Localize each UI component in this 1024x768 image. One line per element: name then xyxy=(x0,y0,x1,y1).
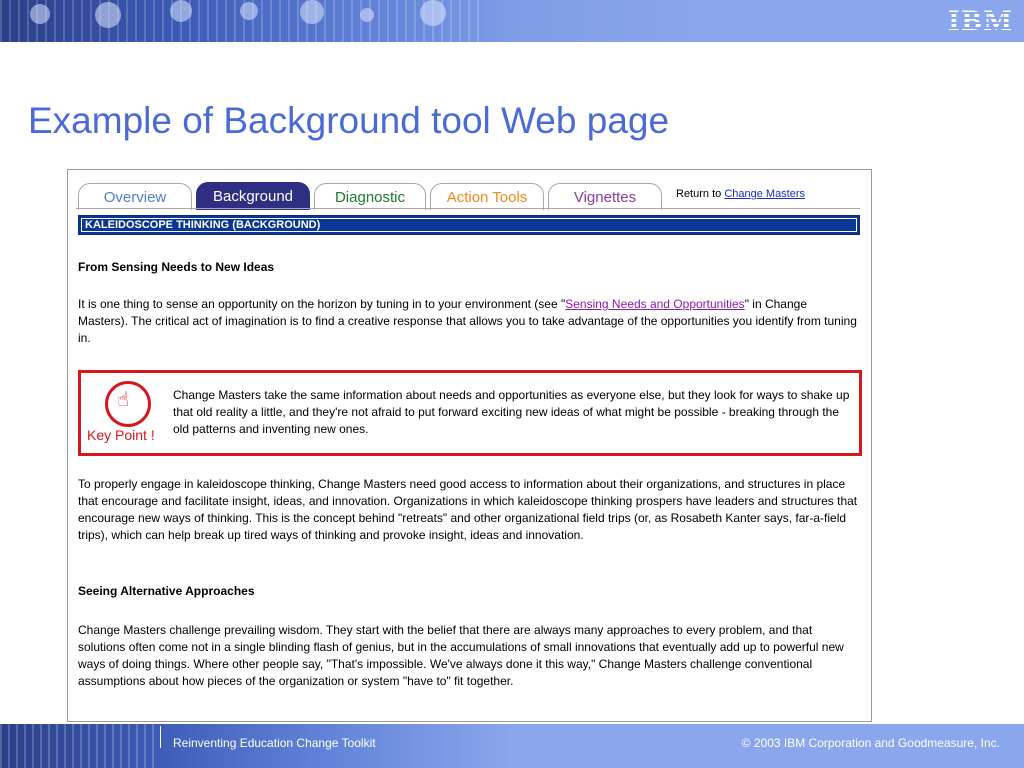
tab-background[interactable]: Background xyxy=(196,182,310,210)
para1: It is one thing to sense an opportunity … xyxy=(78,296,860,347)
key-point-label: Key Point ! xyxy=(87,427,155,443)
slide-title: Example of Background tool Web page xyxy=(28,100,670,141)
section1-heading: From Sensing Needs to New Ideas xyxy=(78,260,275,274)
tab-action-tools[interactable]: Action Tools xyxy=(430,183,544,210)
para3: Change Masters challenge prevailing wisd… xyxy=(78,623,844,688)
return-to: Return to Change Masters xyxy=(676,188,805,200)
sensing-needs-link[interactable]: Sensing Needs and Opportunities xyxy=(565,297,744,311)
bottom-banner: Reinventing Education Change Toolkit © 2… xyxy=(0,724,1024,768)
top-banner: IBM xyxy=(0,0,1024,42)
ibm-logo: IBM xyxy=(948,4,1014,37)
return-to-prefix: Return to xyxy=(676,188,722,200)
footer-left: Reinventing Education Change Toolkit xyxy=(173,736,376,750)
key-point-box: ☝ Key Point ! Change Masters take the sa… xyxy=(78,370,862,456)
key-point-text: Change Masters take the same information… xyxy=(173,388,850,436)
footer-copyright: © 2003 IBM Corporation and Goodmeasure, … xyxy=(741,736,1000,750)
change-masters-link[interactable]: Change Masters xyxy=(724,188,805,200)
section2-heading: Seeing Alternative Approaches xyxy=(78,584,255,598)
tab-vignettes[interactable]: Vignettes xyxy=(548,183,662,210)
tab-overview[interactable]: Overview xyxy=(78,183,192,210)
bottom-pattern xyxy=(0,724,160,768)
footer-separator xyxy=(160,726,161,748)
tab-diagnostic[interactable]: Diagnostic xyxy=(314,183,426,210)
key-point-icon: ☝ Key Point ! xyxy=(87,379,171,447)
para2: To properly engage in kaleidoscope think… xyxy=(78,477,858,542)
tab-bar: Overview Background Diagnostic Action To… xyxy=(76,180,866,210)
section-header-text: KALEIDOSCOPE THINKING (BACKGROUND) xyxy=(81,218,857,232)
para1-before: It is one thing to sense an opportunity … xyxy=(78,297,566,311)
section-header-bar: KALEIDOSCOPE THINKING (BACKGROUND) xyxy=(78,215,860,235)
tab-divider xyxy=(76,208,860,209)
webpage-screenshot: Overview Background Diagnostic Action To… xyxy=(67,169,872,722)
